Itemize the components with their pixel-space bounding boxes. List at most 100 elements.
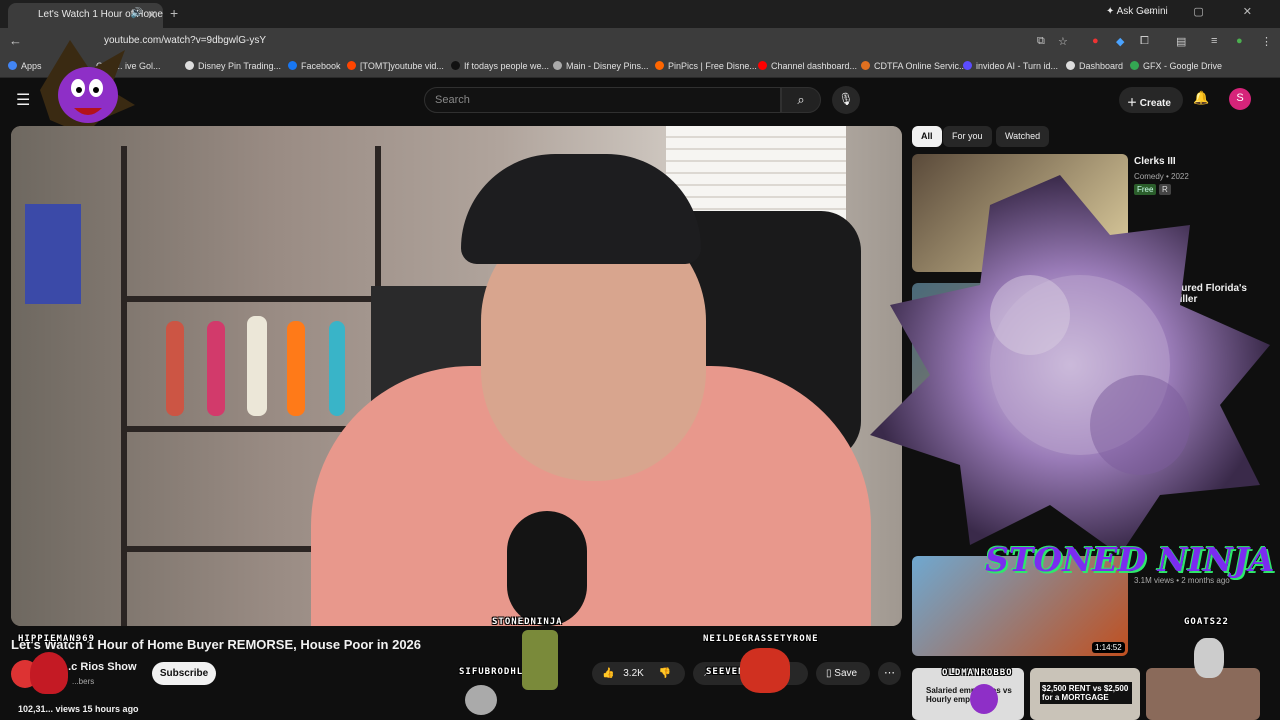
audio-icon[interactable]: 🔊 [131, 8, 143, 19]
channel-name[interactable]: ...c Rios Show [62, 661, 137, 673]
lava-lamp [329, 321, 345, 416]
save-button[interactable]: ▯ Save [816, 662, 870, 685]
bookmark-item[interactable]: If todays people we... [451, 61, 549, 71]
browser-toolbar: ← youtube.com/watch?v=9dbgwlG-ysY ⧉ ☆ ● … [0, 28, 1280, 56]
microphone [507, 511, 587, 626]
close-icon[interactable]: ✕ [147, 8, 157, 22]
bookmark-item[interactable]: GFX - Google Drive [1130, 61, 1222, 71]
back-arrow-icon[interactable]: ← [9, 33, 22, 48]
bookmark-favicon [861, 61, 870, 70]
bookmark-label: [TOMT]youtube vid... [360, 61, 444, 71]
lava-lamp [207, 321, 225, 416]
bookmark-item[interactable]: CDTFA Online Servic... [861, 61, 967, 71]
extension-icon[interactable]: ● [1092, 35, 1099, 47]
save-label: Save [834, 668, 858, 679]
notifications-bell-icon[interactable]: 🔔 [1193, 90, 1209, 106]
bookmark-label: GFX - Google Drive [1143, 61, 1223, 71]
search-button[interactable]: ⌕ [781, 87, 821, 113]
sprite-character [970, 684, 998, 714]
sprite-character [1194, 638, 1224, 678]
bookmark-star-icon[interactable]: ☆ [1058, 35, 1068, 48]
bookmark-favicon [8, 61, 17, 70]
bookmark-label: PinPics | Free Disne... [668, 61, 757, 71]
recommended-thumbnail[interactable]: $2,500 RENT vs $2,500 for a MORTGAGE [1030, 668, 1140, 720]
bookmark-label: Dashboard [1079, 61, 1124, 71]
viewer-name-overlay: GOATS22 [1184, 617, 1229, 627]
bookmark-item[interactable]: [TOMT]youtube vid... [347, 61, 444, 71]
create-button[interactable]: ＋ Create [1119, 87, 1183, 113]
search-icon: ⌕ [797, 92, 805, 107]
tab-search-icon[interactable]: ▤ [1176, 35, 1186, 48]
viewer-name-overlay: NEILDEGRASSETYRONE [703, 634, 819, 644]
thumbs-up-icon[interactable]: 👍 [602, 668, 614, 679]
bookmark-item[interactable]: PinPics | Free Disne... [655, 61, 757, 71]
cannabis-bud-overlay [870, 175, 1270, 555]
bookmark-favicon [655, 61, 664, 70]
thumbnail-text: $2,500 RENT vs $2,500 for a MORTGAGE [1040, 682, 1132, 704]
save-icon: ▯ [826, 668, 832, 679]
sprite-character [465, 685, 497, 715]
thumbs-down-icon[interactable]: 👎 [659, 668, 671, 679]
bookmark-favicon [553, 61, 562, 70]
extensions-puzzle-icon[interactable]: ⧠ [1140, 35, 1149, 48]
view-count: 102,31... views 15 hours ago [18, 704, 139, 714]
bookmark-label: Disney Pin Trading... [198, 61, 282, 71]
browser-tab-strip: K6 Let's Watch 1 Hour of Home Buyer REMO… [0, 0, 1280, 29]
more-actions-icon[interactable]: ⋯ [878, 662, 901, 685]
profile-icon[interactable]: ● [1236, 35, 1243, 47]
viewer-name-overlay: OLDMANROBBO [942, 668, 1013, 678]
extension-icon[interactable]: ◆ [1116, 35, 1124, 48]
voice-search-button[interactable]: 🎙 [832, 86, 860, 114]
youtube-header: ☰ Search ⌕ 🎙 ＋ Create 🔔 S [0, 78, 1280, 122]
filter-chip-for-you[interactable]: For you [943, 126, 992, 147]
bookmark-label: Main - Disney Pins... [566, 61, 649, 71]
bookmark-item[interactable]: Channel dashboard... [758, 61, 857, 71]
viewer-name-overlay: SIFUBRODHLN [459, 667, 530, 677]
viewer-name-overlay: HIPPIEMAN969 [18, 634, 96, 644]
bookmark-item[interactable]: Dashboard [1066, 61, 1123, 71]
search-input[interactable]: Search [424, 87, 781, 113]
filter-chip-watched[interactable]: Watched [996, 126, 1050, 147]
like-dislike-group[interactable]: 👍 3.2K 👎 [592, 662, 685, 685]
bookmark-favicon [288, 61, 297, 70]
lava-lamp [287, 321, 305, 416]
subscriber-count: ...bers [72, 677, 95, 686]
lava-lamp [247, 316, 267, 416]
bookmark-item[interactable]: invideo AI - Turn id... [963, 61, 1058, 71]
new-tab-icon[interactable]: + [170, 5, 178, 21]
bookmark-label: If todays people we... [464, 61, 550, 71]
tab-title: Let's Watch 1 Hour of Home Buyer REMORSE [38, 9, 163, 20]
window-controls[interactable]: — ▢ ✕ [1143, 5, 1270, 18]
bookmark-label: Facebook [301, 61, 341, 71]
video-duration: 1:14:52 [1092, 642, 1125, 653]
wall-poster [25, 204, 81, 304]
bookmark-favicon [185, 61, 194, 70]
user-avatar[interactable]: S [1229, 88, 1251, 110]
filter-chip-all[interactable]: All [912, 126, 942, 147]
video-player[interactable] [11, 126, 902, 626]
bookmark-label: CDTFA Online Servic... [874, 61, 967, 71]
bookmark-item[interactable]: Main - Disney Pins... [553, 61, 649, 71]
bookmark-label: Channel dashboard... [771, 61, 858, 71]
install-app-icon[interactable]: ⧉ [1037, 35, 1045, 48]
sprite-character [740, 648, 790, 693]
bookmarks-bar: Apps Com... ive Gol... Disney Pin Tradin… [0, 56, 1280, 78]
browser-tab[interactable]: Let's Watch 1 Hour of Home Buyer REMORSE… [8, 3, 163, 28]
shelf [121, 296, 381, 302]
bookmark-item[interactable]: Facebook [288, 61, 341, 71]
stoned-ninja-banner: STONED NINJA [985, 540, 1275, 579]
lava-lamp [166, 321, 184, 416]
subscribe-button[interactable]: Subscribe [152, 662, 216, 685]
kebab-menu-icon[interactable]: ⋮ [1261, 35, 1272, 48]
bookmark-favicon [1130, 61, 1139, 70]
microphone-icon: 🎙 [838, 92, 854, 106]
bookmark-label: invideo AI - Turn id... [976, 61, 1059, 71]
bookmark-favicon [758, 61, 767, 70]
create-label: Create [1139, 98, 1171, 109]
media-controls-icon[interactable]: ≡ [1211, 35, 1217, 47]
bookmark-favicon [347, 61, 356, 70]
bookmark-favicon [451, 61, 460, 70]
hamburger-menu-icon[interactable]: ☰ [16, 90, 30, 110]
bookmark-item[interactable]: Disney Pin Trading... [185, 61, 281, 71]
bookmark-favicon [1066, 61, 1075, 70]
